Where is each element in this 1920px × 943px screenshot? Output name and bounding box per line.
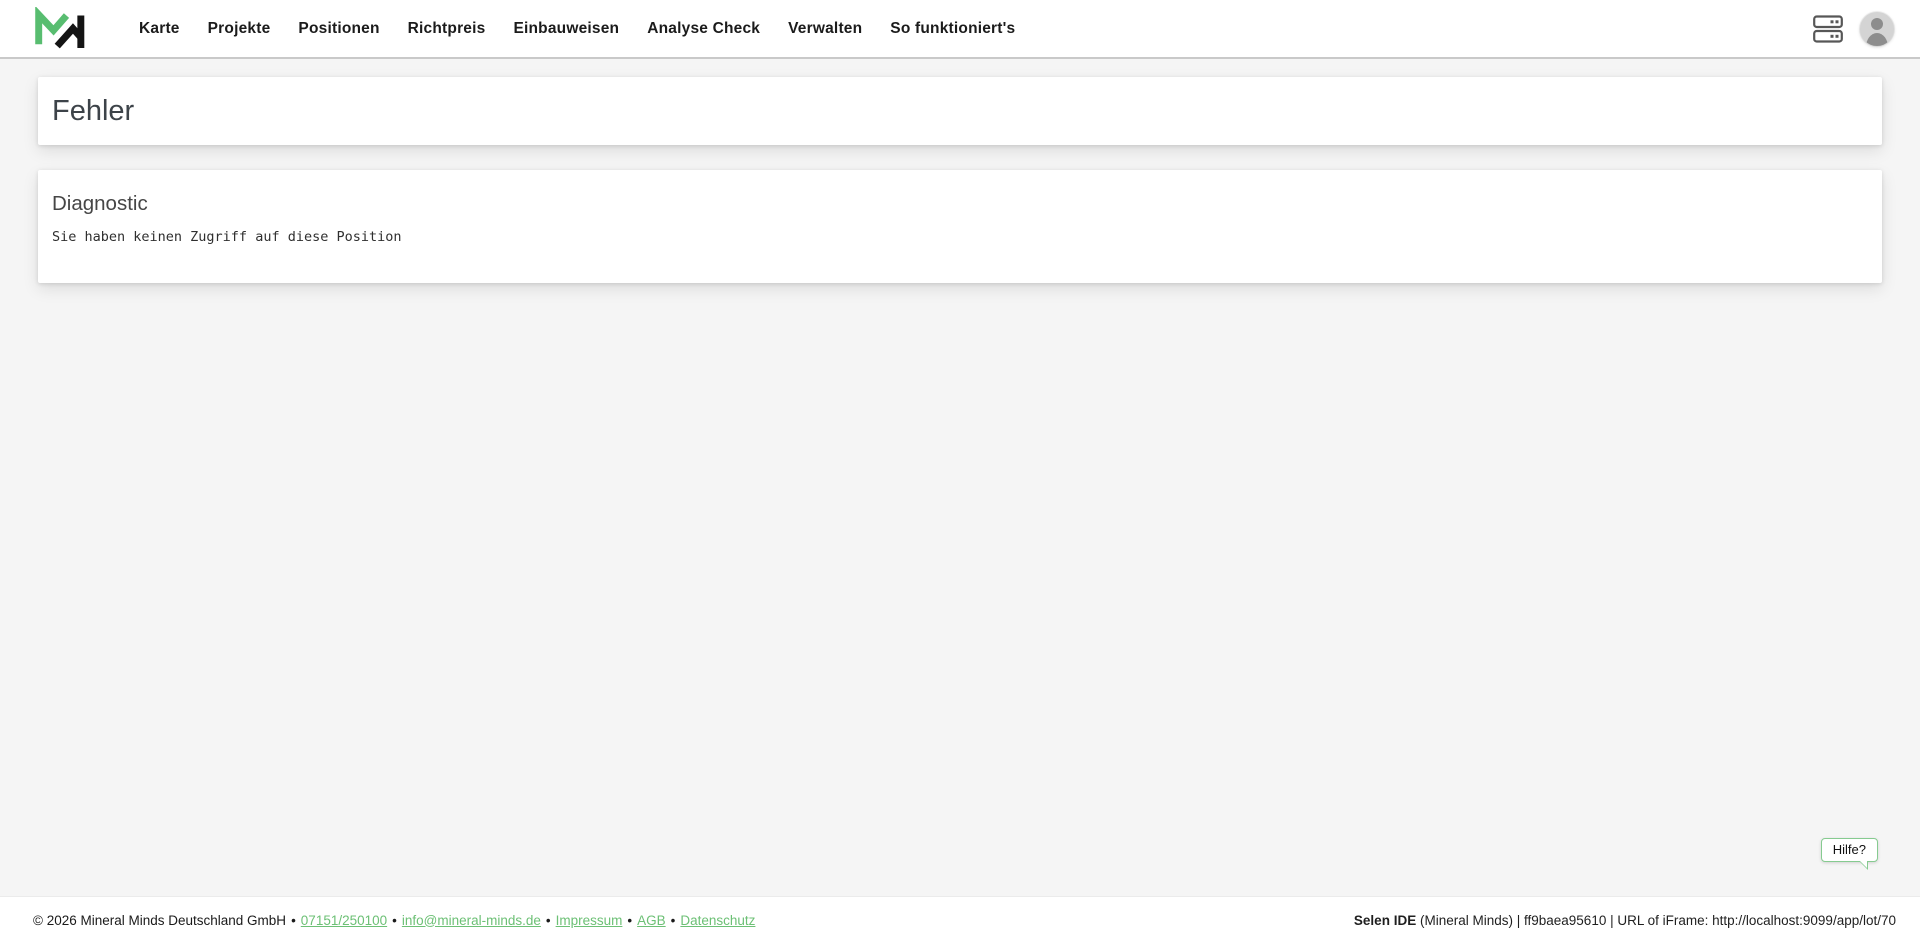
footer-left: © 2026 Mineral Minds Deutschland GmbH • …: [33, 913, 755, 928]
main-nav: Karte Projekte Positionen Richtpreis Ein…: [139, 20, 1015, 38]
footer-app-name: Selen IDE: [1353, 912, 1417, 928]
top-navbar: Karte Projekte Positionen Richtpreis Ein…: [0, 0, 1920, 59]
server-icon[interactable]: [1813, 14, 1843, 43]
diagnostic-heading: Diagnostic: [52, 192, 148, 215]
footer-separator: •: [545, 912, 551, 928]
diagnostic-card: Diagnostic Sie haben keinen Zugriff auf …: [38, 170, 1882, 283]
nav-item-verwalten[interactable]: Verwalten: [788, 20, 862, 38]
footer-debug-info: Selen IDE (Mineral Minds) | ff9baea95610…: [1354, 913, 1896, 928]
footer-link-impressum[interactable]: Impressum: [556, 913, 623, 928]
user-avatar-icon[interactable]: [1860, 11, 1894, 46]
avatar-head: [1871, 17, 1883, 30]
footer-separator: •: [627, 912, 633, 928]
mineral-minds-logo[interactable]: [35, 7, 85, 50]
footer-link-email[interactable]: info@mineral-minds.de: [402, 913, 541, 928]
footer-separator: •: [670, 912, 676, 928]
diagnostic-message: Sie haben keinen Zugriff auf diese Posit…: [52, 229, 402, 245]
logo-icon: [35, 7, 85, 50]
nav-item-einbauweisen[interactable]: Einbauweisen: [513, 20, 619, 38]
footer: © 2026 Mineral Minds Deutschland GmbH • …: [0, 896, 1920, 943]
nav-item-analyse-check[interactable]: Analyse Check: [647, 20, 760, 38]
avatar-torso: [1866, 32, 1888, 46]
nav-item-richtpreis[interactable]: Richtpreis: [408, 20, 486, 38]
footer-link-datenschutz[interactable]: Datenschutz: [680, 913, 755, 928]
navbar-right: [1813, 11, 1894, 46]
nav-item-projekte[interactable]: Projekte: [208, 20, 271, 38]
help-button[interactable]: Hilfe?: [1820, 838, 1878, 870]
page-title: Fehler: [52, 95, 135, 127]
footer-link-agb[interactable]: AGB: [637, 913, 666, 928]
nav-item-karte[interactable]: Karte: [139, 20, 180, 38]
error-title-card: Fehler: [38, 77, 1882, 145]
nav-item-so-funktionierts[interactable]: So funktioniert's: [890, 20, 1015, 38]
footer-link-phone[interactable]: 07151/250100: [301, 913, 387, 928]
main-content: Fehler Diagnostic Sie haben keinen Zugri…: [0, 59, 1920, 896]
footer-separator: •: [392, 912, 397, 928]
footer-separator: •: [291, 912, 296, 928]
nav-item-positionen[interactable]: Positionen: [298, 20, 379, 38]
footer-copyright: © 2026 Mineral Minds Deutschland GmbH: [33, 912, 287, 928]
footer-debug-rest: (Mineral Minds) | ff9baea95610 | URL of …: [1419, 912, 1896, 928]
